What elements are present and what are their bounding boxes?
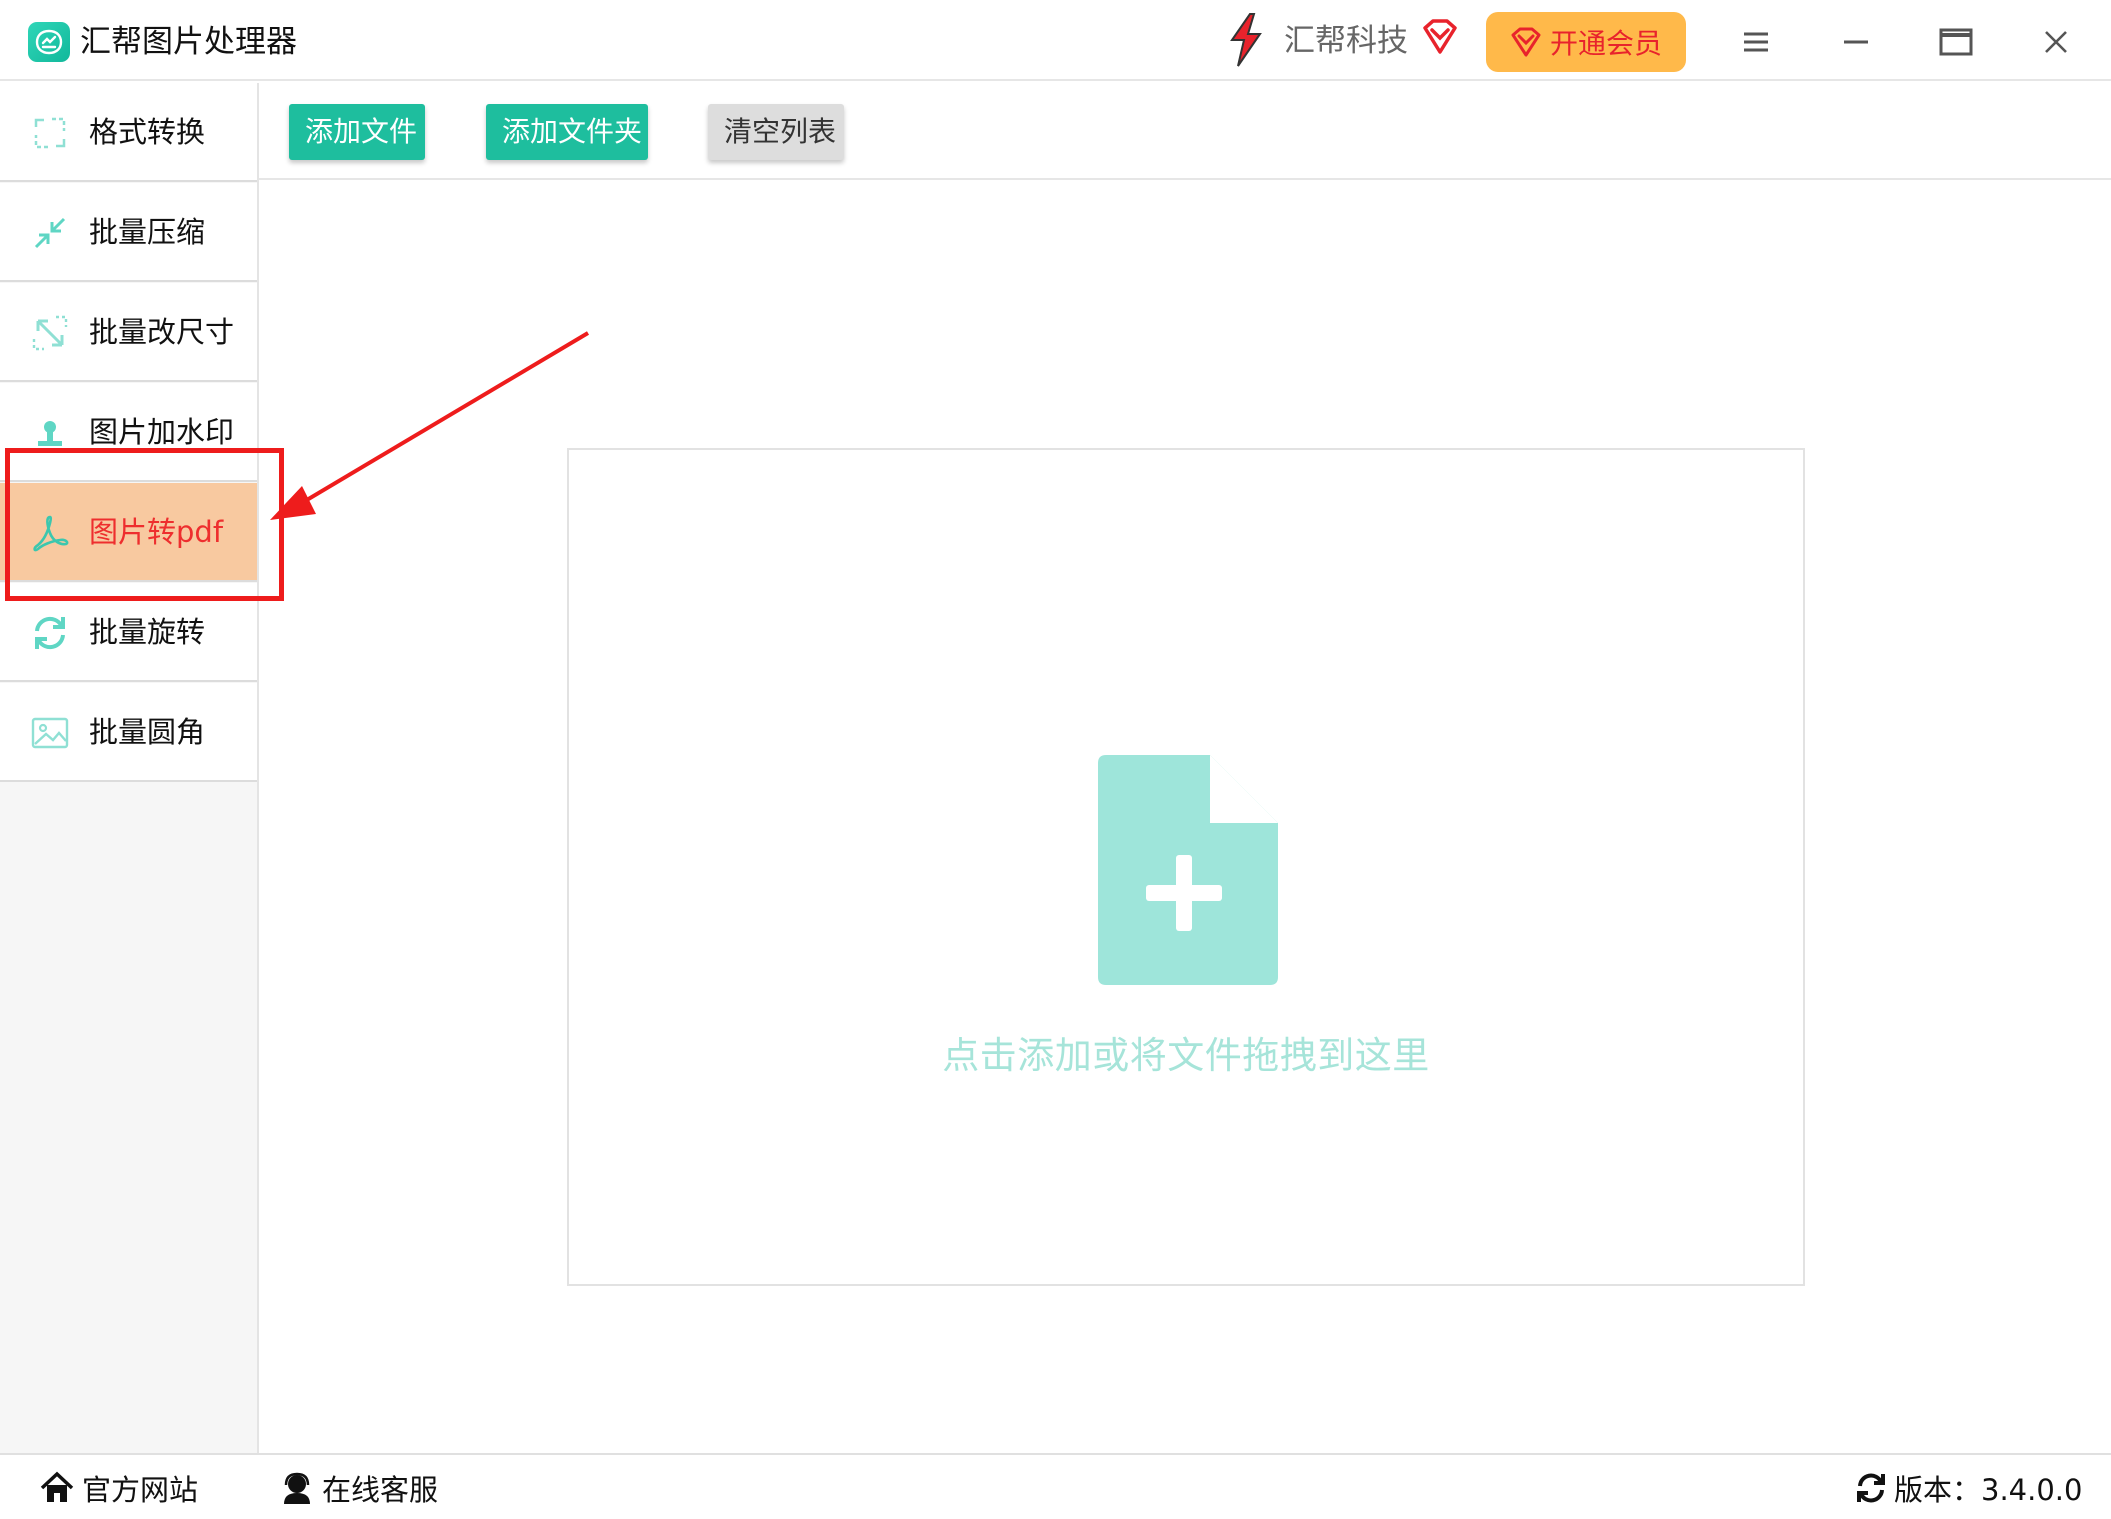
brand-name: 汇帮科技 <box>1284 23 1408 59</box>
sidebar-item-rotate[interactable]: 批量旋转 <box>0 583 257 682</box>
customer-service-icon <box>284 1472 310 1504</box>
sidebar-item-image-to-pdf[interactable]: 图片转pdf <box>0 483 257 582</box>
drop-zone-hint: 点击添加或将文件拖拽到这里 <box>942 1034 1430 1077</box>
sidebar-item-round-corner[interactable]: 批量圆角 <box>0 683 257 782</box>
resize-icon <box>32 315 68 351</box>
sidebar-item-resize[interactable]: 批量改尺寸 <box>0 283 257 382</box>
heart-diamond-icon <box>1423 19 1457 54</box>
home-icon <box>40 1471 74 1502</box>
image-corner-icon <box>31 717 69 749</box>
watermark-icon <box>38 421 62 446</box>
menu-button[interactable] <box>1730 16 1782 68</box>
file-drop-zone[interactable]: 点击添加或将文件拖拽到这里 <box>567 448 1805 1286</box>
rotate-icon <box>35 616 65 650</box>
vip-button[interactable]: 开通会员 <box>1486 12 1686 72</box>
sidebar: 格式转换 批量压缩 批量改尺寸 图片加水印 图片转pdf 批量旋转 批量圆角 <box>0 83 259 1453</box>
sidebar-item-label: 图片转pdf <box>89 515 224 549</box>
sidebar-item-label: 图片加水印 <box>89 415 235 449</box>
sidebar-item-format-convert[interactable]: 格式转换 <box>0 83 257 182</box>
refresh-icon[interactable] <box>1854 1471 1888 1505</box>
sidebar-item-label: 格式转换 <box>89 115 206 149</box>
compress-icon <box>34 217 66 249</box>
close-icon <box>2045 31 2067 53</box>
status-bar: 官方网站 在线客服 版本：3.4.0.0 <box>0 1453 2111 1519</box>
sidebar-item-label: 批量圆角 <box>89 715 206 749</box>
add-file-button[interactable]: 添加文件 <box>289 104 425 160</box>
minimize-icon <box>1844 40 1868 44</box>
toolbar: 添加文件 添加文件夹 清空列表 <box>259 83 2111 180</box>
pdf-icon <box>33 515 69 552</box>
sidebar-item-label: 批量改尺寸 <box>89 315 235 349</box>
close-button[interactable] <box>2030 16 2082 68</box>
sidebar-item-label: 批量压缩 <box>89 215 206 249</box>
version-label: 版本：3.4.0.0 <box>1894 1473 2083 1507</box>
add-file-icon <box>1098 755 1278 985</box>
format-convert-icon <box>34 117 66 149</box>
app-title: 汇帮图片处理器 <box>80 24 297 60</box>
maximize-icon <box>1939 28 1973 56</box>
clear-list-button[interactable]: 清空列表 <box>708 104 844 160</box>
add-folder-button[interactable]: 添加文件夹 <box>486 104 648 160</box>
app-logo-icon <box>28 22 70 62</box>
title-bar: 汇帮图片处理器 汇帮科技 开通会员 <box>0 0 2111 81</box>
hamburger-menu-icon <box>1744 32 1768 52</box>
minimize-button[interactable] <box>1830 16 1882 68</box>
sidebar-item-watermark[interactable]: 图片加水印 <box>0 383 257 482</box>
official-website-link[interactable]: 官方网站 <box>40 1467 198 1509</box>
online-support-label: 在线客服 <box>322 1473 439 1507</box>
maximize-button[interactable] <box>1930 16 1982 68</box>
sidebar-item-label: 批量旋转 <box>89 615 206 649</box>
version-info: 版本：3.4.0.0 <box>1854 1467 2082 1509</box>
brand-logo-icon <box>1230 13 1262 67</box>
online-support-link[interactable]: 在线客服 <box>280 1467 438 1509</box>
official-website-label: 官方网站 <box>82 1473 199 1507</box>
sidebar-item-compress[interactable]: 批量压缩 <box>0 183 257 282</box>
vip-diamond-icon <box>1511 27 1541 57</box>
vip-label: 开通会员 <box>1549 27 1662 60</box>
